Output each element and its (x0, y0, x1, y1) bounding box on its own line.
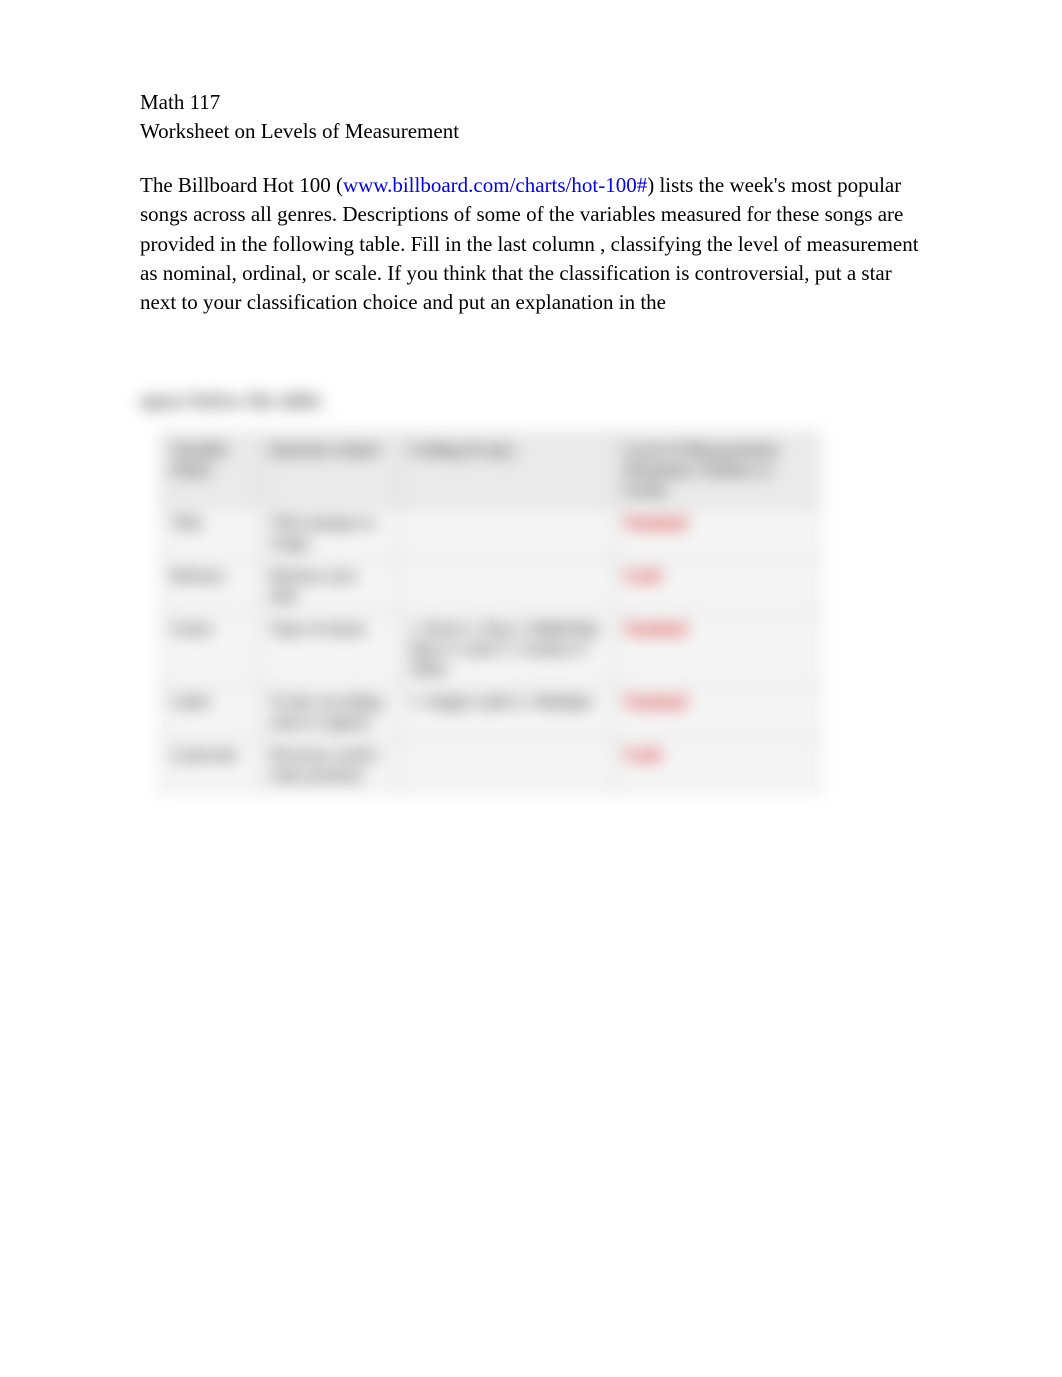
cell-coding (399, 739, 614, 792)
measurement-table: Variable Name Question Asked Coding (if … (160, 433, 820, 792)
cell-variable: Label (161, 686, 260, 739)
col-question: Question Asked (260, 434, 399, 507)
table-row: Title Title (unique to song) Nominal (161, 507, 820, 560)
col-coding: Coding (if any) (399, 434, 614, 507)
cell-variable: Release (161, 560, 260, 613)
cell-coding: 1. Rock 2. Pop 3. R&B/Hip-Hop 4. Latin 5… (399, 613, 614, 686)
col-variable: Variable Name (161, 434, 260, 507)
space-below-text: space below the table. (140, 388, 840, 413)
worksheet-title: Worksheet on Levels of Measurement (140, 117, 922, 146)
table-row: Label To the recording artist is signed … (161, 686, 820, 739)
cell-coding: 1. Single Label 2. Multiple (399, 686, 614, 739)
cell-answer: Nominal (614, 686, 820, 739)
billboard-link[interactable]: www.billboard.com/charts/hot-100# (343, 173, 647, 197)
cell-variable: Title (161, 507, 260, 560)
cell-question: To the recording artist is signed (260, 686, 399, 739)
cell-answer: Scale (614, 739, 820, 792)
blurred-content: space below the table. Variable Name Que… (140, 388, 840, 792)
cell-question: Release year date (260, 560, 399, 613)
cell-question: Type of music (260, 613, 399, 686)
table-row: Genre Type of music 1. Rock 2. Pop 3. R&… (161, 613, 820, 686)
col-level: Level of Measurement (Nominal, Ordinal, … (614, 434, 820, 507)
cell-answer: Nominal (614, 507, 820, 560)
document-page: Math 117 Worksheet on Levels of Measurem… (0, 0, 1062, 318)
table-header-row: Variable Name Question Asked Coding (if … (161, 434, 820, 507)
cell-answer: Scale (614, 560, 820, 613)
table-row: Release Release year date Scale (161, 560, 820, 613)
intro-paragraph: The Billboard Hot 100 (www.billboard.com… (140, 171, 922, 318)
cell-variable: Genre (161, 613, 260, 686)
cell-question: Previous week's chart position (260, 739, 399, 792)
intro-pre: The Billboard Hot 100 ( (140, 173, 343, 197)
cell-question: Title (unique to song) (260, 507, 399, 560)
cell-variable: Lastweek (161, 739, 260, 792)
cell-coding (399, 560, 614, 613)
cell-coding (399, 507, 614, 560)
table-row: Lastweek Previous week's chart position … (161, 739, 820, 792)
cell-answer: Nominal (614, 613, 820, 686)
course-code: Math 117 (140, 88, 922, 117)
